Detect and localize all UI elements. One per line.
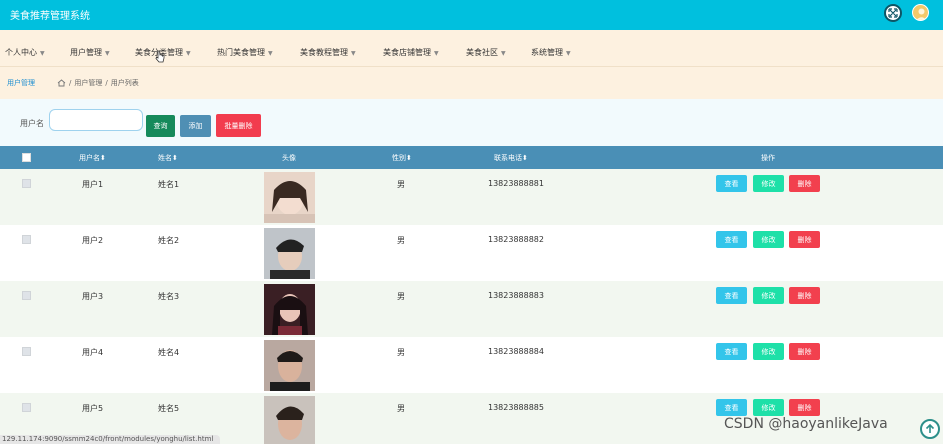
username-cell: 用户4: [82, 348, 104, 357]
edit-button[interactable]: 修改: [753, 231, 784, 248]
edit-button[interactable]: 修改: [753, 175, 784, 192]
table-row: 用户2 姓名2 男 13823888882 查看 修改 删除: [0, 225, 943, 281]
view-button[interactable]: 查看: [716, 175, 747, 192]
expand-icon: [888, 8, 898, 18]
name-cell: 姓名3: [158, 292, 180, 301]
watermark: CSDN @haoyanlikeJava: [724, 416, 888, 432]
username-cell: 用户2: [82, 236, 104, 245]
breadcrumb-item: 用户列表: [110, 79, 139, 87]
view-button[interactable]: 查看: [716, 231, 747, 248]
delete-button[interactable]: 删除: [789, 231, 820, 248]
user-avatar-photo: [264, 228, 315, 279]
user-avatar-icon: [916, 8, 927, 20]
user-avatar-photo: [264, 396, 315, 444]
phone-cell: 13823888885: [488, 403, 544, 412]
search-label: 用户名: [20, 119, 44, 128]
column-header-phone[interactable]: 联系电话⬍: [494, 153, 528, 163]
breadcrumb-item[interactable]: 用户管理: [74, 78, 102, 88]
edit-button[interactable]: 修改: [753, 287, 784, 304]
menu-item-food-shop[interactable]: 美食店铺管理 ▼: [383, 47, 439, 58]
menu-item-hot-food[interactable]: 热门美食管理 ▼: [217, 47, 273, 58]
gender-cell: 男: [397, 404, 405, 413]
phone-cell: 13823888881: [488, 179, 544, 188]
select-all-checkbox[interactable]: [22, 153, 31, 162]
username-search-input[interactable]: [49, 109, 143, 131]
user-avatar-photo: [264, 340, 315, 391]
table-row: 用户4 姓名4 男 13823888884 查看 修改 删除: [0, 337, 943, 393]
menu-item-food-tutorial[interactable]: 美食教程管理 ▼: [300, 47, 356, 58]
name-cell: 姓名4: [158, 348, 180, 357]
chevron-down-icon: ▼: [434, 50, 439, 57]
row-checkbox[interactable]: [22, 179, 31, 188]
chevron-down-icon: ▼: [105, 50, 110, 57]
chevron-down-icon: ▼: [40, 50, 45, 57]
chevron-down-icon: ▼: [186, 50, 191, 57]
phone-cell: 13823888882: [488, 235, 544, 244]
delete-button[interactable]: 删除: [789, 175, 820, 192]
arrow-up-icon: [925, 423, 935, 433]
search-bar: 用户名 查询 添加 批量删除: [0, 99, 943, 146]
user-avatar-photo: [264, 172, 315, 223]
phone-cell: 13823888884: [488, 347, 544, 356]
menu-item-personal-center[interactable]: 个人中心 ▼: [5, 47, 45, 58]
gender-cell: 男: [397, 180, 405, 189]
name-cell: 姓名1: [158, 180, 180, 189]
search-button[interactable]: 查询: [146, 115, 175, 137]
chevron-down-icon: ▼: [268, 50, 273, 57]
menu-item-food-community[interactable]: 美食社区 ▼: [466, 47, 506, 58]
menu-item-system[interactable]: 系统管理 ▼: [531, 47, 571, 58]
breadcrumb: 用户管理 / 用户管理 / 用户列表: [0, 66, 943, 99]
app-title: 美食推荐管理系统: [10, 11, 90, 22]
column-header-actions: 操作: [761, 154, 775, 162]
row-checkbox[interactable]: [22, 403, 31, 412]
username-cell: 用户3: [82, 292, 104, 301]
view-button[interactable]: 查看: [716, 287, 747, 304]
column-header-name[interactable]: 姓名⬍: [158, 153, 178, 163]
name-cell: 姓名2: [158, 236, 180, 245]
username-cell: 用户5: [82, 404, 104, 413]
delete-button[interactable]: 删除: [789, 399, 820, 416]
scroll-to-top-button[interactable]: [920, 419, 940, 439]
table-row: 用户1 姓名1 男 13823888881 查看 修改 删除: [0, 169, 943, 225]
column-header-username[interactable]: 用户名⬍: [79, 153, 106, 163]
menu-item-user-management[interactable]: 用户管理 ▼: [70, 47, 110, 58]
gender-cell: 男: [397, 292, 405, 301]
column-header-gender[interactable]: 性别⬍: [392, 153, 412, 163]
row-checkbox[interactable]: [22, 291, 31, 300]
breadcrumb-title: 用户管理: [7, 79, 35, 87]
status-bar-url: 129.11.174:9090/ssmm24c0/front/modules/y…: [0, 435, 220, 444]
row-checkbox[interactable]: [22, 347, 31, 356]
chevron-down-icon: ▼: [501, 50, 506, 57]
main-menu: 个人中心▼ 用户管理▼ 美食分类管理▼ 热门美食管理▼ 美食教程管理▼ 美食店铺…: [0, 30, 943, 66]
chevron-down-icon: ▼: [566, 50, 571, 57]
phone-cell: 13823888883: [488, 291, 544, 300]
add-button[interactable]: 添加: [180, 115, 211, 137]
view-button[interactable]: 查看: [716, 399, 747, 416]
home-icon[interactable]: [57, 79, 66, 87]
top-header: 美食推荐管理系统: [0, 0, 943, 30]
gender-cell: 男: [397, 348, 405, 357]
username-cell: 用户1: [82, 180, 104, 189]
user-avatar-button[interactable]: [912, 4, 929, 21]
breadcrumb-trail: / 用户管理 / 用户列表: [57, 78, 139, 88]
table-row: 用户3 姓名3 男 13823888883 查看 修改 删除: [0, 281, 943, 337]
user-avatar-photo: [264, 284, 315, 335]
fullscreen-button[interactable]: [884, 4, 902, 22]
view-button[interactable]: 查看: [716, 343, 747, 360]
chevron-down-icon: ▼: [351, 50, 356, 57]
edit-button[interactable]: 修改: [753, 343, 784, 360]
batch-delete-button[interactable]: 批量删除: [216, 114, 261, 137]
mouse-cursor-icon: [155, 50, 165, 63]
column-header-avatar: 头像: [282, 154, 296, 162]
gender-cell: 男: [397, 236, 405, 245]
row-checkbox[interactable]: [22, 235, 31, 244]
name-cell: 姓名5: [158, 404, 180, 413]
edit-button[interactable]: 修改: [753, 399, 784, 416]
delete-button[interactable]: 删除: [789, 287, 820, 304]
table-header: 用户名⬍ 姓名⬍ 头像 性别⬍ 联系电话⬍ 操作: [0, 146, 943, 169]
delete-button[interactable]: 删除: [789, 343, 820, 360]
